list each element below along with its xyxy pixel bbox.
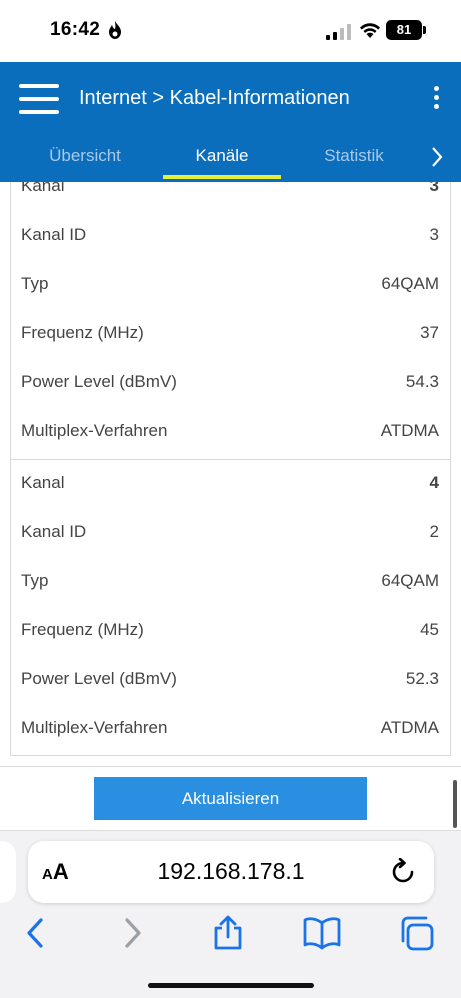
channel-row: Multiplex-Verfahren ATDMA — [11, 705, 450, 754]
row-label: Kanal ID — [21, 225, 87, 244]
row-value: 4 — [429, 473, 439, 492]
refresh-button[interactable]: Aktualisieren — [94, 777, 367, 820]
channel-row: Typ 64QAM — [11, 261, 450, 310]
browser-toolbar: AA 192.168.178.1 — [0, 830, 461, 998]
share-icon[interactable] — [210, 915, 246, 951]
battery-icon: 81 — [386, 20, 422, 40]
channel-card: Kanal 4 Kanal ID 2 Typ 64QAM Frequenz (M… — [10, 460, 451, 756]
scrollbar[interactable] — [453, 780, 457, 828]
row-label: Multiplex-Verfahren — [21, 421, 168, 440]
row-label: Kanal ID — [21, 522, 87, 541]
status-time: 16:42 — [50, 19, 101, 40]
channel-row: Frequenz (MHz) 45 — [11, 607, 450, 656]
focus-flame-icon — [109, 21, 121, 39]
row-label: Power Level (dBmV) — [21, 372, 177, 391]
cellular-signal-icon — [326, 24, 351, 40]
app-header: Internet > Kabel-Informationen Übersicht… — [0, 62, 461, 182]
status-bar: 16:42 81 — [0, 0, 461, 62]
row-label: Kanal — [21, 182, 65, 195]
row-label: Typ — [21, 274, 49, 293]
action-area: Aktualisieren — [0, 766, 461, 830]
channel-row: Power Level (dBmV) 54.3 — [11, 359, 450, 408]
row-label: Typ — [21, 571, 49, 590]
tab-kanaele[interactable]: Kanäle — [163, 146, 281, 166]
row-value: 37 — [420, 323, 439, 342]
breadcrumb: Internet > Kabel-Informationen — [79, 87, 350, 109]
channel-row: Frequenz (MHz) 37 — [11, 310, 450, 359]
previous-tab-preview[interactable] — [0, 841, 16, 903]
home-indicator — [148, 983, 314, 988]
chevron-right-icon[interactable] — [430, 146, 444, 168]
menu-icon[interactable] — [19, 84, 59, 116]
wifi-icon — [360, 23, 380, 38]
row-value: 64QAM — [381, 274, 439, 293]
row-label: Frequenz (MHz) — [21, 620, 144, 639]
row-value: 3 — [429, 182, 439, 195]
bookmarks-icon[interactable] — [302, 915, 342, 951]
address-bar[interactable]: AA 192.168.178.1 — [28, 841, 434, 903]
channel-row: Kanal 3 — [11, 182, 450, 212]
row-value: 54.3 — [405, 372, 439, 391]
row-value: 2 — [429, 522, 439, 541]
row-label: Kanal — [21, 473, 65, 492]
channel-row: Kanal 4 — [11, 460, 450, 509]
tab-uebersicht[interactable]: Übersicht — [45, 146, 125, 166]
row-value: 52.3 — [405, 669, 439, 688]
row-label: Power Level (dBmV) — [21, 669, 177, 688]
channel-row: Kanal ID 3 — [11, 212, 450, 261]
forward-icon[interactable] — [120, 915, 146, 951]
channel-row: Kanal ID 2 — [11, 509, 450, 558]
url-text[interactable]: 192.168.178.1 — [28, 858, 434, 885]
channel-row: Multiplex-Verfahren ATDMA — [11, 408, 450, 457]
row-label: Multiplex-Verfahren — [21, 718, 168, 737]
active-tab-indicator — [163, 175, 281, 179]
channel-list: Kanal 3 Kanal ID 3 Typ 64QAM Frequenz (M… — [0, 182, 461, 766]
channel-card: Kanal 3 Kanal ID 3 Typ 64QAM Frequenz (M… — [10, 182, 451, 460]
row-label: Frequenz (MHz) — [21, 323, 144, 342]
channel-row: Typ 64QAM — [11, 558, 450, 607]
tabs-icon[interactable] — [398, 915, 438, 951]
reload-icon[interactable] — [390, 858, 416, 886]
more-options-icon[interactable] — [429, 86, 443, 116]
row-value: ATDMA — [380, 718, 439, 737]
row-value: ATDMA — [380, 421, 439, 440]
row-value: 45 — [420, 620, 439, 639]
tab-bar: Übersicht Kanäle Statistik — [0, 134, 461, 182]
row-value: 3 — [429, 225, 439, 244]
row-value: 64QAM — [381, 571, 439, 590]
channel-row: Power Level (dBmV) 52.3 — [11, 656, 450, 705]
tab-statistik[interactable]: Statistik — [320, 146, 388, 166]
back-icon[interactable] — [22, 915, 48, 951]
battery-tip — [423, 26, 426, 34]
